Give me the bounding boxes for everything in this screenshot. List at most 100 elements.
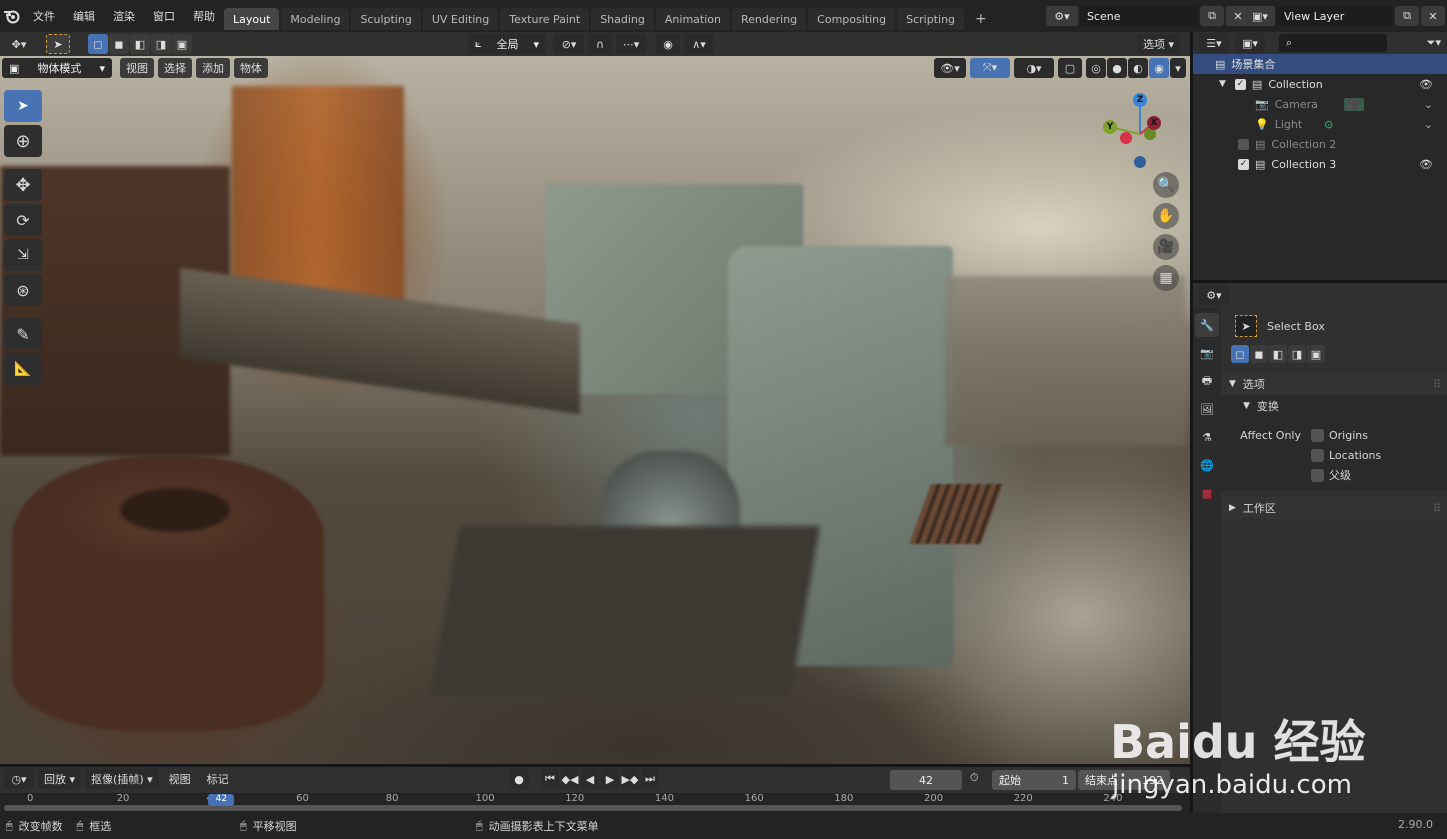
menu-file[interactable]: 文件 xyxy=(24,0,64,32)
axis-gizmo[interactable]: Z X Y xyxy=(1100,90,1180,170)
tab-layout[interactable]: Layout xyxy=(224,8,280,30)
frame-ruler[interactable]: 240220200180160140120100806040200 42 xyxy=(0,793,1190,813)
camera-view-button[interactable]: 🎥 xyxy=(1153,234,1179,260)
pan-button[interactable]: ✋ xyxy=(1153,203,1179,229)
menu-window[interactable]: 窗口 xyxy=(144,0,184,32)
outliner-search-input[interactable]: ⌕ xyxy=(1279,34,1387,52)
axis-y-label[interactable]: Y xyxy=(1103,120,1117,134)
timeline-menu-marker[interactable]: 标记 xyxy=(201,769,235,789)
options-dropdown[interactable]: 选项 ▾ xyxy=(1137,34,1181,54)
current-frame-field[interactable]: 42 xyxy=(890,770,962,790)
proportional-edit-button[interactable]: ◉ xyxy=(656,34,680,54)
properties-editor-type[interactable]: ⚙▾ xyxy=(1199,285,1229,305)
mode-extend-icon[interactable]: ◼ xyxy=(109,34,129,54)
zoom-button[interactable]: 🔍 xyxy=(1153,172,1179,198)
panel-options-header[interactable]: ▼ 选项 ⠿ xyxy=(1221,373,1447,395)
tool-tab[interactable]: 🔧 xyxy=(1195,313,1219,337)
mode-intersect-icon[interactable]: ▣ xyxy=(1307,345,1325,363)
viewport-menu-view[interactable]: 视图 xyxy=(120,58,154,78)
panel-workspace-header[interactable]: ▶ 工作区 ⠿ xyxy=(1221,497,1447,519)
3d-viewport[interactable]: ▣ 物体模式 ▾ 视图 选择 添加 物体 👁▾ ⤧▾ ◑▾ ▢ ◎ ● ◐ ◉ … xyxy=(0,56,1190,764)
view-layer-tab[interactable]: 🖼 xyxy=(1195,397,1219,421)
tab-sculpting[interactable]: Sculpting xyxy=(351,8,421,30)
blender-logo-icon[interactable] xyxy=(0,0,24,32)
view-layer-name-field[interactable]: View Layer xyxy=(1277,6,1393,26)
origins-checkbox[interactable] xyxy=(1311,428,1324,442)
next-keyframe-button[interactable]: ▶◆ xyxy=(621,769,639,789)
mode-subtract-icon[interactable]: ◧ xyxy=(130,34,150,54)
subpanel-transform-header[interactable]: ▼ 变换 xyxy=(1221,395,1447,417)
menu-edit[interactable]: 编辑 xyxy=(64,0,104,32)
editor-type-button[interactable]: ✥▾ xyxy=(4,34,34,54)
end-frame-field[interactable]: 结束点 192 xyxy=(1078,770,1170,790)
include-checkbox[interactable] xyxy=(1238,138,1249,150)
add-workspace-button[interactable]: + xyxy=(966,8,996,30)
new-view-layer-button[interactable]: ⧉ xyxy=(1395,6,1419,26)
mode-extend-icon[interactable]: ◼ xyxy=(1250,345,1268,363)
menu-help[interactable]: 帮助 xyxy=(184,0,224,32)
tab-uv-editing[interactable]: UV Editing xyxy=(422,8,499,30)
viewport-menu-add[interactable]: 添加 xyxy=(196,58,230,78)
perspective-toggle-button[interactable]: ▦ xyxy=(1153,265,1179,291)
playback-dropdown[interactable]: 回放 ▾ xyxy=(38,769,82,789)
texture-tab[interactable]: ▩ xyxy=(1195,481,1219,505)
scale-tool[interactable]: ⇲ xyxy=(4,239,42,271)
jump-end-button[interactable]: ⏭ xyxy=(641,769,659,789)
parents-checkbox[interactable] xyxy=(1311,468,1324,482)
world-tab[interactable]: 🌐 xyxy=(1195,453,1219,477)
mode-invert-icon[interactable]: ◨ xyxy=(151,34,171,54)
viewport-menu-object[interactable]: 物体 xyxy=(234,58,268,78)
scene-collection-row[interactable]: ▤ 场景集合 xyxy=(1193,54,1447,74)
tab-compositing[interactable]: Compositing xyxy=(808,8,896,30)
scene-tab[interactable]: ⚗ xyxy=(1195,425,1219,449)
outliner-row-collection[interactable]: ▼ ✓ ▤ Collection 👁 xyxy=(1193,74,1447,94)
include-checkbox[interactable]: ✓ xyxy=(1238,158,1249,170)
render-tab[interactable]: 📷 xyxy=(1195,341,1219,365)
chevron-down-icon[interactable]: ⌄ xyxy=(1424,98,1433,111)
mode-set-icon[interactable]: ◻ xyxy=(88,34,108,54)
start-frame-field[interactable]: 起始 1 xyxy=(992,770,1076,790)
shading-wireframe-button[interactable]: ◎ xyxy=(1086,58,1106,78)
mode-intersect-icon[interactable]: ▣ xyxy=(172,34,192,54)
keying-dropdown[interactable]: 抠像(插帧) ▾ xyxy=(85,769,159,789)
chevron-down-icon[interactable]: ⌄ xyxy=(1424,118,1433,131)
pivot-point-button[interactable]: ⊘▾ xyxy=(554,34,584,54)
outliner-row-collection-2[interactable]: ▤ Collection 2 xyxy=(1193,134,1447,154)
measure-tool[interactable]: 📐 xyxy=(4,353,42,385)
prev-keyframe-button[interactable]: ◆◀ xyxy=(561,769,579,789)
mode-subtract-icon[interactable]: ◧ xyxy=(1269,345,1287,363)
snap-target-button[interactable]: ⋯▾ xyxy=(616,34,646,54)
rotate-tool[interactable]: ⟳ xyxy=(4,204,42,236)
stopwatch-icon[interactable]: ⏱ xyxy=(970,771,979,785)
scene-selector-button[interactable]: ⚙▾ xyxy=(1046,6,1078,26)
record-button[interactable]: ● xyxy=(509,769,529,789)
tab-texture-paint[interactable]: Texture Paint xyxy=(500,8,590,30)
transform-orientation-dropdown[interactable]: ⟀ 全局 ▾ xyxy=(468,34,546,54)
view-layer-selector-button[interactable]: ▣▾ xyxy=(1245,6,1275,26)
visibility-dropdown[interactable]: 👁▾ xyxy=(934,58,966,78)
falloff-button[interactable]: ∧▾ xyxy=(684,34,714,54)
outliner-row-collection-3[interactable]: ✓ ▤ Collection 3 👁 xyxy=(1193,154,1447,174)
tab-modeling[interactable]: Modeling xyxy=(281,8,350,30)
mode-invert-icon[interactable]: ◨ xyxy=(1288,345,1306,363)
jump-start-button[interactable]: ⏮ xyxy=(541,769,559,789)
menu-render[interactable]: 渲染 xyxy=(104,0,144,32)
output-tab[interactable]: 🖶 xyxy=(1195,369,1219,393)
shading-options-button[interactable]: ▾ xyxy=(1170,58,1186,78)
eye-icon[interactable]: 👁 xyxy=(1419,78,1433,91)
timeline-menu-view[interactable]: 视图 xyxy=(163,769,197,789)
timeline-scrollbar[interactable] xyxy=(4,805,1182,811)
locations-checkbox[interactable] xyxy=(1311,448,1324,462)
drag-handle-icon[interactable]: ⠿ xyxy=(1433,378,1441,391)
drag-handle-icon[interactable]: ⠿ xyxy=(1433,502,1441,515)
filter-icon[interactable]: ⏷▾ xyxy=(1427,36,1441,50)
overlay-toggle[interactable]: ◑▾ xyxy=(1014,58,1054,78)
select-box-tool[interactable]: ➤ xyxy=(4,90,42,122)
active-tool-button[interactable]: ➤ xyxy=(46,34,70,54)
mode-set-icon[interactable]: ◻ xyxy=(1231,345,1249,363)
cursor-tool[interactable]: ⊕ xyxy=(4,125,42,157)
tab-rendering[interactable]: Rendering xyxy=(731,8,807,30)
shading-solid-button[interactable]: ● xyxy=(1107,58,1127,78)
timeline-editor-type[interactable]: ◷▾ xyxy=(4,769,34,789)
outliner-editor-type[interactable]: ☰▾ xyxy=(1199,33,1229,53)
